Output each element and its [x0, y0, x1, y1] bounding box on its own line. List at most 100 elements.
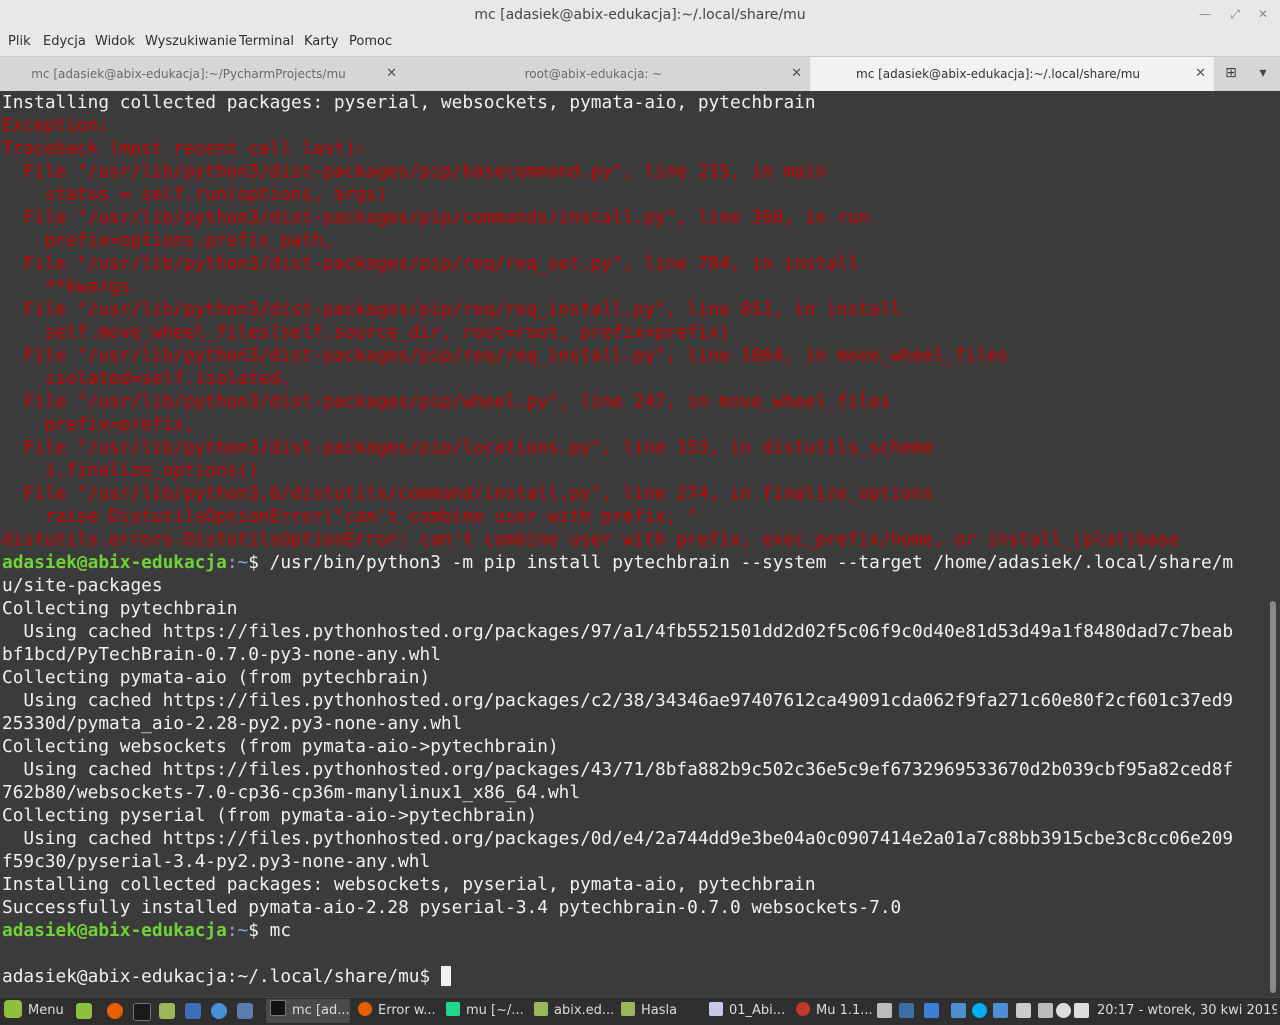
- tab-label: mc [adasiek@abix-edukacja]:~/PycharmProj…: [31, 67, 346, 81]
- tab-label: root@abix-edukacja: ~: [524, 67, 663, 81]
- updates-icon[interactable]: [1038, 1003, 1053, 1018]
- terminal-line: Using cached https://files.pythonhosted.…: [2, 689, 1233, 712]
- line-text: Collecting pymata-aio (from pytechbrain): [2, 667, 431, 688]
- tab-close-icon[interactable]: ✕: [1195, 66, 1206, 81]
- shield-icon[interactable]: [899, 1003, 914, 1018]
- line-text: Using cached https://files.pythonhosted.…: [2, 690, 1234, 711]
- firefox-icon[interactable]: [107, 1003, 123, 1019]
- task-terminal[interactable]: mc [ad...: [266, 999, 350, 1023]
- task-folder-abix[interactable]: abix.ed...: [530, 999, 614, 1023]
- terminal-cursor: [440, 966, 451, 986]
- terminal-icon[interactable]: [133, 1003, 151, 1021]
- start-menu-label: Menu: [28, 1003, 64, 1018]
- bluetooth-icon[interactable]: [924, 1003, 939, 1018]
- skype-icon[interactable]: [972, 1003, 987, 1018]
- line-text: File "/usr/lib/python3/dist-packages/pip…: [2, 161, 827, 182]
- tab-root[interactable]: root@abix-edukacja: ~ ✕: [405, 57, 810, 92]
- start-menu-button[interactable]: Menu: [4, 999, 66, 1023]
- terminal-error-line: distutils.errors.DistutilsOptionError: c…: [2, 528, 1180, 551]
- p-icon[interactable]: [1016, 1003, 1031, 1018]
- files-icon[interactable]: [159, 1003, 175, 1019]
- task-document[interactable]: 01_Abi...: [705, 999, 789, 1023]
- tab-close-icon[interactable]: ✕: [791, 66, 802, 81]
- network-icon[interactable]: [951, 1003, 966, 1018]
- terminal-line: 762b80/websockets-7.0-cp36-cp36m-manylin…: [2, 781, 580, 804]
- terminal-error-line: File "/usr/lib/python3/dist-packages/pip…: [2, 390, 890, 413]
- terminal-line: Successfully installed pymata-aio-2.28 p…: [2, 896, 901, 919]
- menu-bar: Plik Edycja Widok Wyszukiwanie Terminal …: [0, 30, 1280, 56]
- show-desktop-icon[interactable]: [76, 1003, 92, 1019]
- task-pycharm[interactable]: mu [~/...: [442, 999, 526, 1023]
- keyboard-icon[interactable]: [877, 1003, 892, 1018]
- line-text: Successfully installed pymata-aio-2.28 p…: [2, 897, 902, 918]
- line-text: distutils.errors.DistutilsOptionError: c…: [2, 529, 1180, 550]
- terminal-error-line: File "/usr/lib/python3/dist-packages/pip…: [2, 252, 858, 275]
- menu-terminal[interactable]: Terminal: [239, 34, 294, 49]
- tab-list-icon[interactable]: ▾: [1253, 65, 1273, 83]
- line-text: Installing collected packages: websocket…: [2, 874, 816, 895]
- terminal-output[interactable]: Installing collected packages: pyserial,…: [0, 91, 1268, 997]
- editor-icon[interactable]: [237, 1003, 253, 1019]
- tab-local-share-mu[interactable]: mc [adasiek@abix-edukacja]:~/.local/shar…: [810, 57, 1214, 92]
- terminal-line: Collecting pytechbrain: [2, 597, 238, 620]
- line-text: u/site-packages: [2, 575, 163, 596]
- tab-close-icon[interactable]: ✕: [386, 66, 397, 81]
- task-folder-hasla[interactable]: Hasla: [617, 999, 701, 1023]
- terminal-line: Installing collected packages: pyserial,…: [2, 91, 816, 114]
- terminal-line: 25330d/pymata_aio-2.28-py2.py3-none-any.…: [2, 712, 462, 735]
- line-text: File "/usr/lib/python3/dist-packages/pip…: [2, 253, 859, 274]
- line-text: isolated=self.isolated,: [2, 368, 292, 389]
- mu-icon: [796, 1002, 810, 1016]
- terminal-line: Using cached https://files.pythonhosted.…: [2, 758, 1233, 781]
- chromium-icon[interactable]: [211, 1003, 227, 1019]
- dropbox-icon[interactable]: [993, 1003, 1008, 1018]
- line-text: File "/usr/lib/python3/dist-packages/pip…: [2, 437, 934, 458]
- menu-karty[interactable]: Karty: [304, 34, 338, 49]
- window-titlebar[interactable]: mc [adasiek@abix-edukacja]:~/.local/shar…: [0, 0, 1280, 30]
- tab-bar: mc [adasiek@abix-edukacja]:~/PycharmProj…: [0, 56, 1280, 92]
- terminal-error-line: **kwargs: [2, 275, 131, 298]
- line-text: 25330d/pymata_aio-2.28-py2.py3-none-any.…: [2, 713, 463, 734]
- menu-edycja[interactable]: Edycja: [43, 34, 86, 49]
- tab-pycharm-projects[interactable]: mc [adasiek@abix-edukacja]:~/PycharmProj…: [0, 57, 405, 92]
- scrollbar-thumb[interactable]: [1270, 601, 1276, 993]
- terminal-error-line: File "/usr/lib/python3/dist-packages/pip…: [2, 436, 933, 459]
- line-text: raise DistutilsOptionError("can't combin…: [2, 506, 698, 527]
- terminal-error-line: Exception:: [2, 114, 109, 137]
- close-icon[interactable]: ✕: [1254, 5, 1272, 23]
- line-text: self.move_wheel_files(self.source_dir, r…: [2, 322, 730, 343]
- pycharm-icon: [446, 1002, 460, 1016]
- tab-label: mc [adasiek@abix-edukacja]:~/.local/shar…: [856, 67, 1140, 81]
- task-mu-editor[interactable]: Mu 1.1...: [792, 999, 876, 1023]
- terminal-error-line: self.move_wheel_files(self.source_dir, r…: [2, 321, 730, 344]
- terminal-scrollbar[interactable]: [1268, 91, 1280, 997]
- menu-plik[interactable]: Plik: [8, 34, 31, 49]
- mail-icon[interactable]: [185, 1003, 201, 1019]
- menu-widok[interactable]: Widok: [95, 34, 135, 49]
- volume-icon[interactable]: [1074, 1003, 1089, 1018]
- menu-pomoc[interactable]: Pomoc: [349, 34, 392, 49]
- terminal-line: u/site-packages: [2, 574, 163, 597]
- new-tab-icon[interactable]: ⊞: [1221, 65, 1241, 83]
- mint-logo-icon: [4, 1000, 22, 1018]
- clock[interactable]: 20:17 - wtorek, 30 kwi 2019: [1097, 999, 1277, 1023]
- task-label: Mu 1.1...: [816, 1003, 873, 1018]
- terminal-error-line: isolated=self.isolated,: [2, 367, 291, 390]
- line-text: Collecting pytechbrain: [2, 598, 238, 619]
- restore-icon[interactable]: ⤢: [1226, 5, 1244, 23]
- terminal-error-line: prefix=options.prefix_path,: [2, 229, 334, 252]
- line-text: i.finalize_options(): [2, 460, 259, 481]
- terminal-line: Collecting websockets (from pymata-aio->…: [2, 735, 559, 758]
- terminal-error-line: i.finalize_options(): [2, 459, 259, 482]
- terminal-line: Collecting pymata-aio (from pytechbrain): [2, 666, 430, 689]
- task-firefox[interactable]: Error w...: [354, 999, 438, 1023]
- folder-icon: [534, 1002, 548, 1016]
- terminal-line: Using cached https://files.pythonhosted.…: [2, 827, 1233, 850]
- menu-wyszukiwanie[interactable]: Wyszukiwanie: [145, 34, 237, 49]
- user-icon[interactable]: [1056, 1003, 1071, 1018]
- prompt-command: $ mc: [248, 920, 292, 941]
- minimize-icon[interactable]: —: [1196, 5, 1214, 23]
- task-label: Hasla: [641, 1003, 678, 1018]
- terminal-error-line: File "/usr/lib/python3/dist-packages/pip…: [2, 160, 826, 183]
- line-text: f59c30/pyserial-3.4-py2.py3-none-any.whl: [2, 851, 431, 872]
